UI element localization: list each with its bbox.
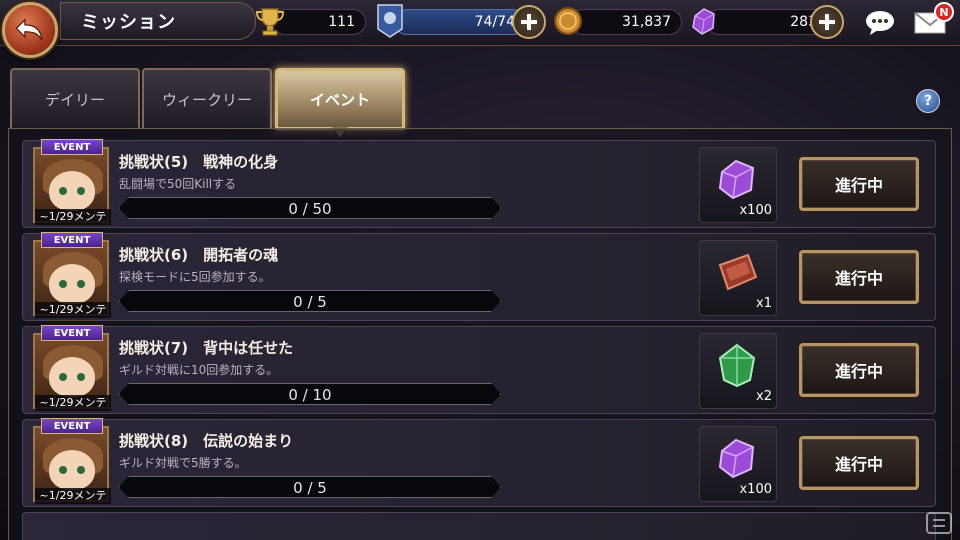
purple-gem-icon	[686, 3, 722, 39]
progress-bar: 0 / 5	[119, 290, 501, 312]
mission-row: EVENT ~1/29メンテ 挑戦状(6) 開拓者の魂 探検モードに5回参加する…	[22, 232, 936, 321]
gold-counter: 31,837	[550, 7, 682, 35]
back-arrow-icon	[15, 18, 43, 41]
purple-gem-icon	[712, 433, 762, 483]
deadline-label: ~1/29メンテ	[35, 488, 111, 504]
progress-text: 0 / 5	[293, 293, 327, 311]
in-progress-button[interactable]: 進行中	[799, 343, 919, 397]
mission-row: EVENT ~1/29メンテ 挑戦状(7) 背中は任せた ギルド対戦に10回参加…	[22, 325, 936, 414]
stamina-counter: 74/74	[372, 4, 548, 39]
mission-row: EVENT ~1/29メンテ 挑戦状(5) 戦神の化身 乱闘場で50回Killす…	[22, 139, 936, 228]
progress-text: 0 / 5	[293, 479, 327, 497]
mail-icon[interactable]: N	[912, 2, 954, 40]
add-gems-button[interactable]	[810, 5, 844, 39]
red-ticket-icon	[712, 247, 762, 297]
back-button[interactable]	[2, 2, 58, 58]
add-stamina-button[interactable]	[512, 5, 546, 39]
gold-value: 31,837	[570, 9, 682, 35]
deadline-label: ~1/29メンテ	[35, 302, 111, 318]
mission-title: 挑戦状(5) 戦神の化身	[119, 153, 279, 171]
help-button[interactable]: ?	[916, 89, 940, 113]
reward-quantity: x1	[756, 296, 772, 311]
reward-slot[interactable]: x100	[699, 426, 777, 502]
mission-title: 挑戦状(8) 伝説の始まり	[119, 432, 294, 450]
tab-daily[interactable]: デイリー	[10, 68, 140, 128]
mail-badge: N	[934, 2, 954, 22]
event-tag: EVENT	[41, 232, 103, 248]
mission-row-partial	[22, 512, 936, 540]
guild-banner-icon	[372, 3, 408, 39]
page-title-plate: ミッション	[60, 2, 256, 40]
trophy-icon	[252, 3, 288, 39]
trophy-counter: 111	[252, 8, 366, 36]
chat-icon[interactable]	[862, 6, 898, 40]
purple-gem-icon	[712, 154, 762, 204]
watermark-logo	[926, 512, 952, 534]
reward-quantity: x100	[739, 203, 772, 218]
in-progress-button[interactable]: 進行中	[799, 250, 919, 304]
gem-counter: 283	[686, 5, 844, 39]
mission-row: EVENT ~1/29メンテ 挑戦状(8) 伝説の始まり ギルド対戦で5勝する。…	[22, 418, 936, 507]
mission-description: 探検モードに5回参加する。	[119, 270, 271, 284]
stamina-value: 74/74	[394, 9, 526, 35]
deadline-label: ~1/29メンテ	[35, 209, 111, 225]
mission-title: 挑戦状(6) 開拓者の魂	[119, 246, 279, 264]
reward-quantity: x100	[739, 482, 772, 497]
reward-quantity: x2	[756, 389, 772, 404]
mission-description: ギルド対戦で5勝する。	[119, 456, 247, 470]
event-tag: EVENT	[41, 325, 103, 341]
mission-description: 乱闘場で50回Killする	[119, 177, 237, 191]
in-progress-button[interactable]: 進行中	[799, 157, 919, 211]
green-crystal-icon	[712, 340, 762, 390]
event-tag: EVENT	[41, 139, 103, 155]
progress-bar: 0 / 10	[119, 383, 501, 405]
event-tag: EVENT	[41, 418, 103, 434]
progress-text: 0 / 10	[288, 386, 332, 404]
progress-bar: 0 / 5	[119, 476, 501, 498]
reward-slot[interactable]: x1	[699, 240, 777, 316]
in-progress-button[interactable]: 進行中	[799, 436, 919, 490]
progress-bar: 0 / 50	[119, 197, 501, 219]
tab-weekly[interactable]: ウィークリー	[142, 68, 272, 128]
page-title: ミッション	[81, 12, 176, 33]
reward-slot[interactable]: x2	[699, 333, 777, 409]
gold-coin-icon	[550, 3, 586, 39]
reward-slot[interactable]: x100	[699, 147, 777, 223]
tab-event[interactable]: イベント	[275, 68, 405, 130]
mission-title: 挑戦状(7) 背中は任せた	[119, 339, 294, 357]
progress-text: 0 / 50	[288, 200, 332, 218]
deadline-label: ~1/29メンテ	[35, 395, 111, 411]
mission-description: ギルド対戦に10回参加する。	[119, 363, 279, 377]
